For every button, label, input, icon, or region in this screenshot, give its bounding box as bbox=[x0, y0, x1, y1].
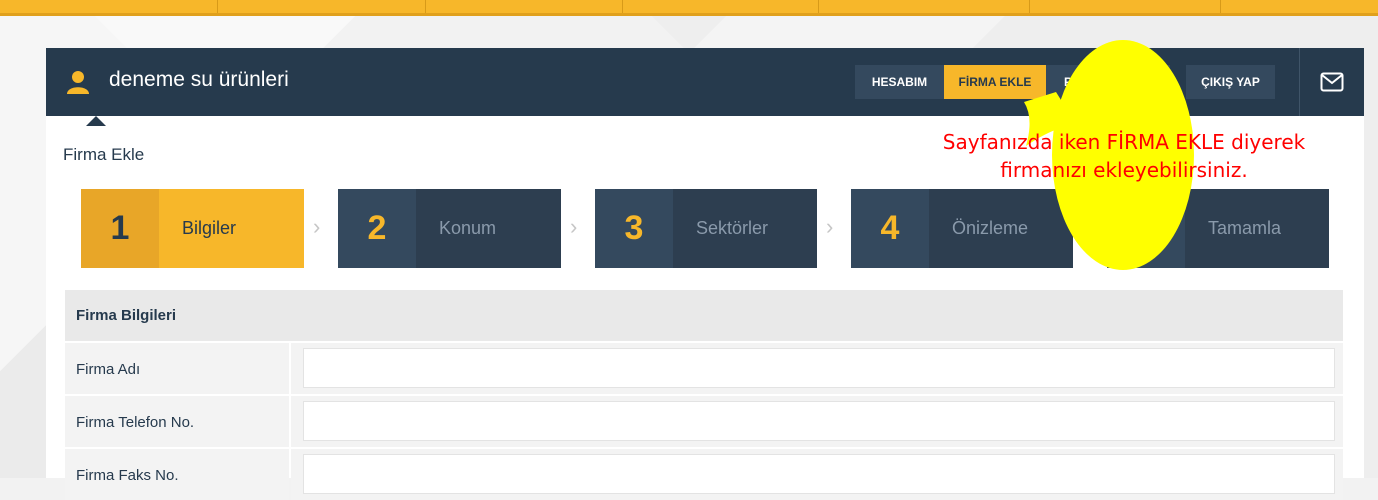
step-onizleme[interactable]: 4 Önizleme bbox=[851, 189, 1073, 268]
step-label: Önizleme bbox=[952, 218, 1029, 238]
firma-faks-input[interactable] bbox=[303, 454, 1335, 494]
hesabim-button[interactable]: HESABIM bbox=[855, 65, 944, 99]
envelope-icon[interactable] bbox=[1320, 72, 1344, 92]
firma-telefon-input[interactable] bbox=[303, 401, 1335, 441]
chevron-right-icon: › bbox=[313, 214, 321, 239]
step-label: Sektörler bbox=[696, 218, 769, 238]
field-label-cell: Firma Adı bbox=[65, 343, 289, 394]
cikis-yap-button[interactable]: ÇIKIŞ YAP bbox=[1186, 65, 1275, 99]
firma-adi-input[interactable] bbox=[303, 348, 1335, 388]
top-bar-divider bbox=[1029, 0, 1030, 13]
annotation-line-2: firmanızı ekleyebilirsiniz. bbox=[1000, 158, 1248, 182]
annotation-line-1: Sayfanızda iken FİRMA EKLE diyerek bbox=[942, 130, 1306, 154]
form-section-header: Firma Bilgileri bbox=[65, 290, 1343, 341]
step-number: 4 bbox=[851, 189, 929, 268]
chevron-right-icon: › bbox=[570, 214, 578, 239]
step-sektorler[interactable]: 3 Sektörler bbox=[595, 189, 817, 268]
chevron-right-icon: › bbox=[826, 214, 834, 239]
top-navigation-bar bbox=[0, 0, 1378, 16]
step-bilgiler[interactable]: 1 Bilgiler bbox=[81, 189, 304, 268]
page-title: Firma Ekle bbox=[63, 145, 145, 164]
firma-faks-label: Firma Faks No. bbox=[76, 467, 179, 484]
step-number: 1 bbox=[81, 189, 159, 268]
site-title: deneme su ürünleri bbox=[109, 68, 289, 91]
user-icon bbox=[67, 71, 89, 94]
step-label: Bilgiler bbox=[182, 218, 237, 238]
top-bar-divider bbox=[622, 0, 623, 13]
step-konum[interactable]: 2 Konum bbox=[338, 189, 561, 268]
top-bar-divider bbox=[425, 0, 426, 13]
annotation-text: Sayfanızda iken FİRMA EKLE diyerek firma… bbox=[902, 128, 1346, 184]
field-label-cell: Firma Faks No. bbox=[65, 449, 289, 500]
field-input-cell bbox=[291, 396, 1343, 447]
firma-adi-label: Firma Adı bbox=[76, 361, 141, 378]
top-bar-divider bbox=[1220, 0, 1221, 13]
top-bar-divider bbox=[818, 0, 819, 13]
step-label: Konum bbox=[439, 218, 497, 238]
field-label-cell: Firma Telefon No. bbox=[65, 396, 289, 447]
step-number: 2 bbox=[338, 189, 416, 268]
header-divider bbox=[1299, 48, 1300, 116]
firma-telefon-label: Firma Telefon No. bbox=[76, 414, 195, 431]
step-number: 3 bbox=[595, 189, 673, 268]
form-section-title: Firma Bilgileri bbox=[76, 307, 177, 324]
field-input-cell bbox=[291, 449, 1343, 500]
top-bar-divider bbox=[217, 0, 218, 13]
step-label: Tamamla bbox=[1208, 218, 1282, 238]
field-input-cell bbox=[291, 343, 1343, 394]
header-caret-pointer bbox=[86, 116, 106, 126]
